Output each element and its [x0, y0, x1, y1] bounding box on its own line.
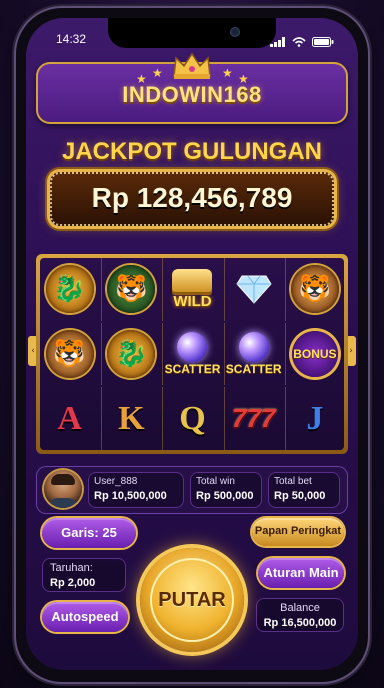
- tiger-icon: 🐯: [45, 329, 94, 378]
- dragon-icon: 🐉: [45, 265, 94, 314]
- reel-cell: [223, 258, 283, 321]
- diamond-icon: [236, 275, 272, 305]
- signal-icon: [270, 32, 286, 51]
- reel-cell: SCATTER: [223, 322, 283, 386]
- orb-icon: [238, 331, 269, 362]
- bet-value: Rp 2,000: [50, 577, 96, 589]
- reel-cell: Q: [162, 387, 221, 450]
- reel-cell: 🐯: [284, 258, 344, 321]
- notch: [108, 18, 276, 48]
- brand-logo: INDOWIN168: [122, 82, 262, 107]
- star-icon: ★: [222, 66, 233, 80]
- reel-cell: J: [284, 387, 344, 450]
- tiger-icon: 🐯: [107, 265, 156, 314]
- reel-cell: A: [40, 387, 99, 450]
- letter-k-symbol: K: [118, 399, 145, 437]
- reel-cell: WILD: [162, 258, 221, 321]
- sevens-symbol: 777: [232, 403, 276, 434]
- total-win-box: Total win Rp 500,000: [190, 472, 262, 508]
- reel-cell: 🐉: [101, 322, 160, 386]
- jackpot-value: Rp 128,456,789: [91, 182, 293, 213]
- scatter-symbol: SCATTER: [165, 331, 220, 376]
- game-screen: 14:32 ★ ★ ★ ★ INDOWIN168 JACKPOT GULUNGA…: [26, 18, 358, 670]
- total-bet-value: Rp 50,000: [274, 490, 326, 502]
- letter-a-symbol: A: [57, 399, 82, 437]
- battery-icon: [312, 32, 334, 51]
- spin-label: PUTAR: [158, 588, 226, 611]
- reel-cell: SCATTER: [162, 322, 221, 386]
- total-win-value: Rp 500,000: [196, 490, 254, 502]
- player-info-bar: User_888 Rp 10,500,000 Total win Rp 500,…: [36, 466, 348, 514]
- player-balance: Rp 10,500,000: [94, 490, 167, 502]
- balance-box: Balance Rp 16,500,000: [256, 598, 344, 632]
- autospeed-button[interactable]: Autospeed: [42, 602, 128, 632]
- jackpot-display: Rp 128,456,789: [50, 172, 334, 226]
- reels-frame: 🐉 🐯 WILD 🐯 🐯 🐉 SCATTER SCATTER BONUS A K…: [36, 254, 348, 454]
- avatar[interactable]: [44, 470, 82, 508]
- leaderboard-button[interactable]: Papan Peringkat: [252, 518, 344, 546]
- letter-q-symbol: Q: [179, 399, 206, 437]
- wifi-icon: [292, 32, 306, 51]
- tiger-icon: 🐯: [290, 265, 339, 314]
- gold-ingot-icon: [172, 268, 213, 295]
- star-icon: ★: [152, 66, 163, 80]
- status-icons: [270, 32, 334, 51]
- reel-cell: 🐯: [40, 323, 99, 386]
- total-bet-box: Total bet Rp 50,000: [268, 472, 340, 508]
- jackpot-title: JACKPOT GULUNGAN: [61, 138, 322, 165]
- player-box: User_888 Rp 10,500,000: [88, 472, 184, 508]
- reel-cell: 🐉: [40, 258, 99, 321]
- reel-cell: BONUS: [284, 322, 344, 386]
- reel-cell: K: [101, 387, 160, 450]
- wild-symbol: WILD: [172, 268, 213, 310]
- bet-box[interactable]: Taruhan: Rp 2,000: [42, 558, 126, 592]
- dragon-icon: 🐉: [107, 329, 156, 378]
- balance-value: Rp 16,500,000: [263, 617, 337, 629]
- letter-j-symbol: J: [306, 399, 324, 437]
- rules-button[interactable]: Aturan Main: [258, 558, 344, 588]
- reel-cell: 🐯: [101, 258, 160, 321]
- reels-grid: 🐉 🐯 WILD 🐯 🐯 🐉 SCATTER SCATTER BONUS A K…: [40, 258, 344, 450]
- bonus-symbol: BONUS: [291, 330, 338, 377]
- orb-icon: [177, 331, 208, 362]
- reel-cell: 777: [223, 387, 283, 450]
- scatter-symbol: SCATTER: [226, 331, 282, 376]
- crown-icon: [172, 52, 212, 84]
- camera-icon: [230, 27, 240, 37]
- lines-button[interactable]: Garis: 25: [42, 518, 136, 548]
- spin-button[interactable]: PUTAR: [140, 548, 244, 652]
- status-time: 14:32: [56, 32, 87, 46]
- username: User_888: [94, 476, 138, 487]
